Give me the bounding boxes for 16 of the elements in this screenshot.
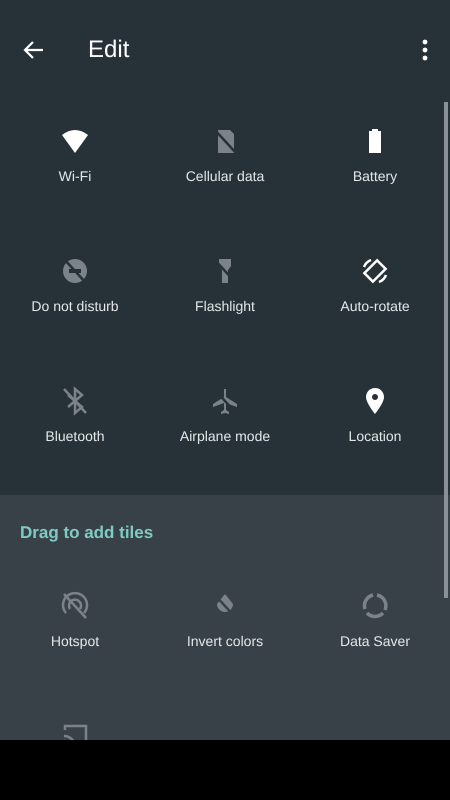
section-title: Drag to add tiles [19,522,154,544]
tile-label[interactable]: Airplane mode [180,428,270,444]
tile-label[interactable]: Invert colors [186,633,264,649]
tile-label[interactable]: Cellular data [186,168,264,184]
scrollbar[interactable] [444,102,448,598]
tile-label[interactable]: Battery [352,168,398,184]
screen-title: Edit [88,36,130,64]
tile-label[interactable]: Flashlight [195,298,255,314]
tile-label[interactable]: Do not disturb [31,298,119,314]
more-options-button[interactable] [420,37,430,63]
tile-label[interactable]: Bluetooth [45,428,105,444]
tile-label[interactable]: Data Saver [340,633,410,649]
tile-label[interactable]: Wi-Fi [58,168,92,184]
tile-label[interactable]: Hotspot [50,633,100,649]
tile-label[interactable]: Auto-rotate [340,298,410,314]
tile-label[interactable]: Location [348,428,402,444]
